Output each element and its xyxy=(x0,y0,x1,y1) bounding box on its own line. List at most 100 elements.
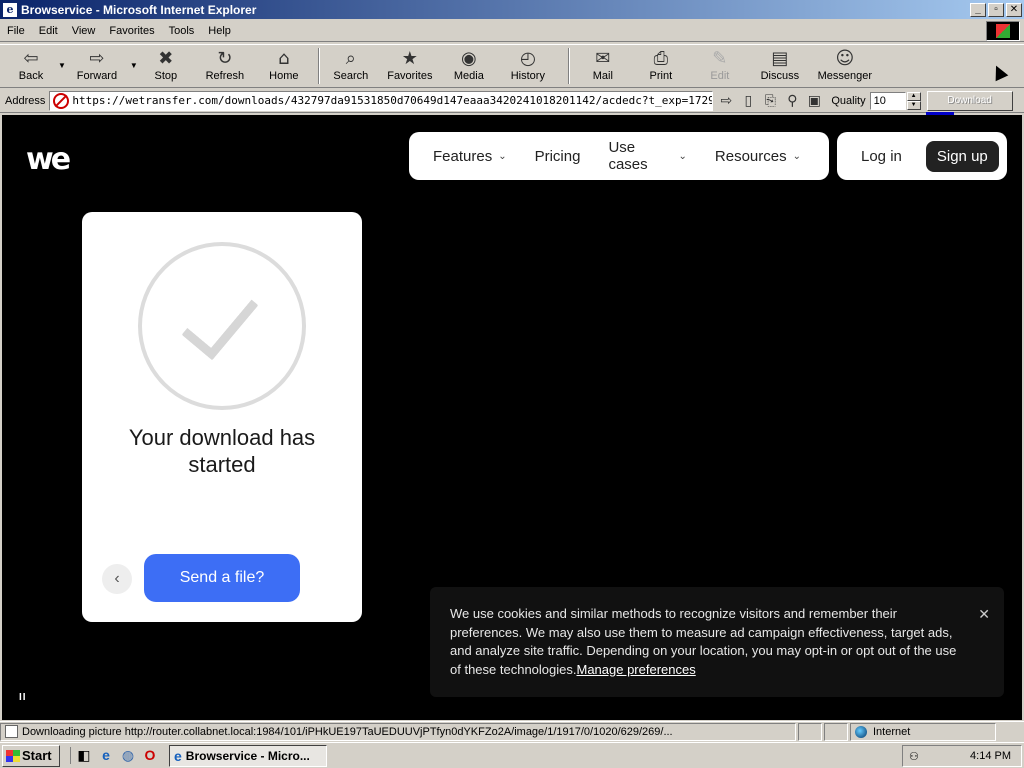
history-button[interactable]: ◴ History xyxy=(494,45,562,87)
opera-icon[interactable]: O xyxy=(141,747,159,764)
status-message: Downloading picture http://router.collab… xyxy=(0,722,796,741)
mail-icon: ✉ xyxy=(595,48,611,69)
status-cell xyxy=(824,722,848,741)
forward-button[interactable]: ⇨ Forward xyxy=(66,45,128,87)
media-label: Media xyxy=(453,70,484,82)
stop-button[interactable]: ✖ Stop xyxy=(138,45,194,87)
no-security-icon xyxy=(53,92,70,109)
mouse-cursor-icon xyxy=(989,62,1009,82)
print-label: Print xyxy=(649,70,673,82)
discuss-label: Discuss xyxy=(760,70,800,82)
edit-icon: ✎ xyxy=(712,48,728,69)
url-input[interactable] xyxy=(72,94,713,107)
taskbar-browservice[interactable]: e Browservice - Micro... xyxy=(169,744,327,767)
nav-features-label: Features xyxy=(433,147,493,165)
history-label: History xyxy=(510,70,545,82)
signup-button[interactable]: Sign up xyxy=(925,140,999,172)
back-chevron-button[interactable]: ‹ xyxy=(102,564,132,594)
show-desktop-icon[interactable]: ◧ xyxy=(75,747,93,764)
nav-resources[interactable]: Resources ⌄ xyxy=(715,148,801,165)
login-link[interactable]: Log in xyxy=(861,148,902,165)
ie-icon: e xyxy=(174,747,182,764)
network-icon[interactable]: ◍ xyxy=(119,747,137,764)
windows-logo-icon xyxy=(996,24,1010,38)
nav-features[interactable]: Features ⌄ xyxy=(433,148,507,165)
bookmark-icon[interactable]: ▯ xyxy=(739,92,757,109)
wetransfer-logo[interactable]: we xyxy=(26,145,71,175)
refresh-button[interactable]: ↻ Refresh xyxy=(194,45,256,87)
web-page-viewport[interactable]: we Features ⌄ Pricing Use cases ⌄ Resour… xyxy=(2,115,1022,720)
pause-icon[interactable]: II xyxy=(19,692,27,703)
address-label: Address xyxy=(5,94,46,107)
menu-favorites[interactable]: Favorites xyxy=(102,25,161,37)
back-dropdown-icon[interactable]: ▼ xyxy=(58,61,66,70)
ie-icon[interactable]: e xyxy=(97,747,115,764)
menu-tools[interactable]: Tools xyxy=(162,25,202,37)
address-bar: Address ⇨ ▯ ⎘ ⚲ ▣ Quality ▲ ▼ Download xyxy=(0,89,1024,116)
zone-label: Internet xyxy=(873,725,911,738)
start-button[interactable]: Start xyxy=(2,744,60,767)
nav-pricing[interactable]: Pricing xyxy=(535,148,581,165)
check-circle-icon xyxy=(138,242,306,410)
clock[interactable]: 4:14 PM xyxy=(970,750,1011,762)
windows-taskbar: Start ◧ e ◍ O e Browservice - Micro... ⚇… xyxy=(0,742,1024,768)
close-icon[interactable]: ✕ xyxy=(978,605,990,624)
discuss-button[interactable]: ▤ Discuss xyxy=(748,45,812,87)
search-button[interactable]: ⌕ Search xyxy=(326,45,376,87)
nav-resources-label: Resources xyxy=(714,147,787,165)
paste-icon[interactable]: ▣ xyxy=(805,92,823,109)
spinner-up-icon[interactable]: ▲ xyxy=(906,91,921,101)
forward-dropdown-icon[interactable]: ▼ xyxy=(130,61,138,70)
nav-use-cases[interactable]: Use cases ⌄ xyxy=(608,139,686,173)
quality-spinner[interactable]: ▲ ▼ xyxy=(906,91,921,110)
menu-bar: File Edit View Favorites Tools Help xyxy=(0,20,1024,42)
tray-network-icon[interactable]: ⚇ xyxy=(909,750,919,763)
forward-label: Forward xyxy=(76,70,118,82)
go-arrow-icon[interactable]: ⇨ xyxy=(717,92,735,109)
menu-file[interactable]: File xyxy=(0,25,32,37)
menu-edit[interactable]: Edit xyxy=(32,25,65,37)
window-title: Browservice - Microsoft Internet Explore… xyxy=(21,2,257,17)
maximize-button[interactable]: ▫ xyxy=(988,2,1004,17)
window-title-bar[interactable]: e Browservice - Microsoft Internet Explo… xyxy=(0,0,1024,19)
mail-button[interactable]: ✉ Mail xyxy=(576,45,630,87)
standard-toolbar: ⇦ Back ▼ ⇨ Forward ▼ ✖ Stop ↻ Refresh ⌂ … xyxy=(0,44,1024,88)
download-button[interactable]: Download xyxy=(925,90,1013,116)
messenger-button[interactable]: ☺ Messenger xyxy=(812,45,878,87)
cookie-banner: We use cookies and similar methods to re… xyxy=(430,587,1004,697)
close-button[interactable]: ✕ xyxy=(1006,2,1022,17)
back-label: Back xyxy=(18,70,44,82)
media-icon: ◉ xyxy=(460,48,477,69)
find-icon[interactable]: ⚲ xyxy=(783,92,801,109)
print-button[interactable]: ⎙ Print xyxy=(630,45,692,87)
minimize-button[interactable]: _ xyxy=(970,2,986,17)
spinner-down-icon[interactable]: ▼ xyxy=(906,100,921,110)
back-button[interactable]: ⇦ Back xyxy=(6,45,56,87)
manage-preferences-link[interactable]: Manage preferences xyxy=(576,662,695,677)
discuss-icon: ▤ xyxy=(771,48,789,69)
security-zone[interactable]: Internet xyxy=(850,722,996,741)
home-icon: ⌂ xyxy=(278,48,290,69)
address-field[interactable] xyxy=(49,90,714,111)
nav-use-cases-label: Use cases xyxy=(608,139,648,173)
menu-view[interactable]: View xyxy=(65,25,103,37)
page-loading-icon xyxy=(5,725,18,738)
media-button[interactable]: ◉ Media xyxy=(444,45,494,87)
forward-arrow-icon: ⇨ xyxy=(89,48,105,69)
task-label: Browservice - Micro... xyxy=(185,748,310,763)
checkmark-icon xyxy=(181,279,259,361)
toolbar-separator xyxy=(317,48,320,84)
copy-icon[interactable]: ⎘ xyxy=(761,92,779,109)
download-started-title: Your download has started xyxy=(128,425,316,477)
edit-button[interactable]: ✎ Edit xyxy=(692,45,748,87)
home-button[interactable]: ⌂ Home xyxy=(256,45,312,87)
send-file-button[interactable]: Send a file? xyxy=(144,554,300,602)
messenger-label: Messenger xyxy=(817,70,873,82)
quality-input[interactable] xyxy=(869,91,906,110)
start-label: Start xyxy=(22,748,52,763)
stop-label: Stop xyxy=(154,70,178,82)
home-label: Home xyxy=(269,70,299,82)
favorites-button[interactable]: ★ Favorites xyxy=(376,45,444,87)
menu-help[interactable]: Help xyxy=(201,25,238,37)
windows-flag-icon xyxy=(6,749,20,762)
